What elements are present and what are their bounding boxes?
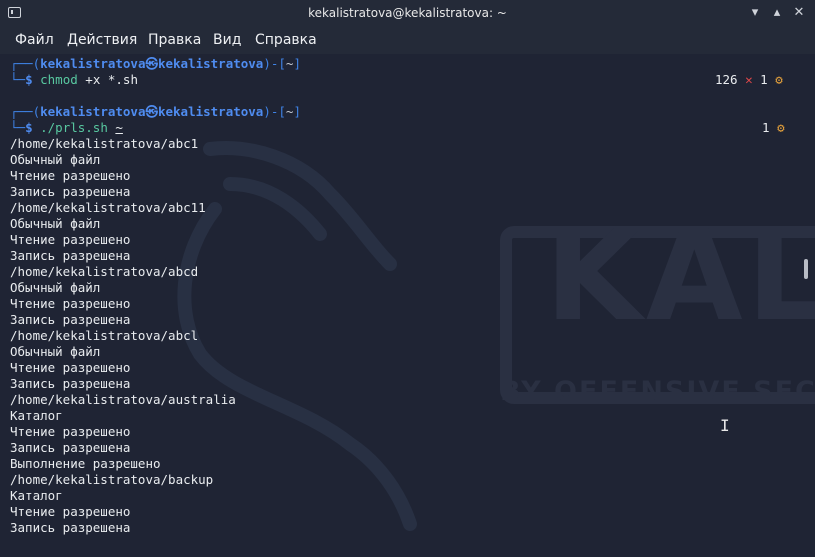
kali-logo-frame bbox=[500, 226, 815, 404]
prompt-command-2: └─$ ./prls.sh ~ bbox=[10, 120, 123, 135]
window-title: kekalistratova@kekalistratova: ~ bbox=[308, 6, 507, 20]
prompt-header-1: ┌──(kekalistratova㉿kekalistratova)-[~] bbox=[10, 56, 301, 71]
terminal-window: kekalistratova@kekalistratova: ~ ▾ ▴ ✕ Ф… bbox=[0, 0, 815, 557]
scrollbar-thumb[interactable] bbox=[804, 259, 808, 279]
menu-actions[interactable]: Действия bbox=[67, 32, 137, 48]
text-cursor-icon: I bbox=[720, 416, 730, 435]
output-line: Чтение разрешено bbox=[10, 296, 131, 311]
command-name: ./prls.sh bbox=[40, 120, 108, 135]
output-line: Обычный файл bbox=[10, 280, 101, 295]
gear-icon: ⚙ bbox=[775, 72, 783, 87]
prompt-user-host: kekalistratova㉿kekalistratova bbox=[40, 104, 264, 119]
output-line: Запись разрешена bbox=[10, 312, 131, 327]
status-right-2: 1 ⚙ bbox=[762, 120, 785, 136]
gear-icon: ⚙ bbox=[777, 120, 785, 135]
minimize-icon[interactable]: ▾ bbox=[748, 6, 762, 20]
output-line: Чтение разрешено bbox=[10, 232, 131, 247]
output-line: Запись разрешена bbox=[10, 248, 131, 263]
output-line: Обычный файл bbox=[10, 344, 101, 359]
command-args: +x *.sh bbox=[85, 72, 138, 87]
output-line: Чтение разрешено bbox=[10, 360, 131, 375]
output-line: Выполнение разрешено bbox=[10, 456, 161, 471]
close-icon[interactable]: ✕ bbox=[792, 6, 806, 20]
terminal-area[interactable]: KAL BY OFFENSIVE SECU ┌──(kekalistratova… bbox=[0, 54, 815, 557]
output-line: /home/kekalistratova/abcd bbox=[10, 264, 199, 279]
exit-code: 126 bbox=[715, 72, 738, 87]
menu-file[interactable]: Файл bbox=[15, 32, 54, 48]
output-line: Обычный файл bbox=[10, 152, 101, 167]
error-x-icon: ✕ bbox=[745, 72, 753, 87]
output-line: Запись разрешена bbox=[10, 440, 131, 455]
maximize-icon[interactable]: ▴ bbox=[770, 6, 784, 20]
output-line: Каталог bbox=[10, 408, 63, 423]
menu-bar: Файл Действия Правка Вид Справка bbox=[0, 28, 815, 54]
command-args: ~ bbox=[115, 120, 123, 135]
output-line: /home/kekalistratova/australia bbox=[10, 392, 236, 407]
jobs-count: 1 bbox=[762, 120, 770, 135]
output-line: Запись разрешена bbox=[10, 520, 131, 535]
title-bar[interactable]: kekalistratova@kekalistratova: ~ ▾ ▴ ✕ bbox=[0, 0, 815, 28]
output-line: Чтение разрешено bbox=[10, 424, 131, 439]
output-line: Чтение разрешено bbox=[10, 504, 131, 519]
kali-brand-text: KAL bbox=[545, 204, 815, 349]
menu-view[interactable]: Вид bbox=[213, 32, 241, 48]
output-line: Каталог bbox=[10, 488, 63, 503]
command-name: chmod bbox=[40, 72, 78, 87]
jobs-count: 1 bbox=[760, 72, 768, 87]
output-line: /home/kekalistratova/backup bbox=[10, 472, 214, 487]
menu-edit[interactable]: Правка bbox=[148, 32, 201, 48]
prompt-user-host: kekalistratova㉿kekalistratova bbox=[40, 56, 264, 71]
output-line: /home/kekalistratova/abc1 bbox=[10, 136, 199, 151]
prompt-command-1: └─$ chmod +x *.sh bbox=[10, 72, 138, 87]
kali-tagline: BY OFFENSIVE SECU bbox=[500, 376, 815, 407]
output-line: Чтение разрешено bbox=[10, 168, 131, 183]
output-line: /home/kekalistratova/abcl bbox=[10, 328, 199, 343]
output-line: /home/kekalistratova/abc11 bbox=[10, 200, 206, 215]
output-line: Обычный файл bbox=[10, 216, 101, 231]
output-line: Запись разрешена bbox=[10, 184, 131, 199]
menu-help[interactable]: Справка bbox=[255, 32, 317, 48]
status-right-1: 126 ✕ 1 ⚙ bbox=[715, 72, 783, 88]
prompt-header-2: ┌──(kekalistratova㉿kekalistratova)-[~] bbox=[10, 104, 301, 119]
output-line: Запись разрешена bbox=[10, 376, 131, 391]
